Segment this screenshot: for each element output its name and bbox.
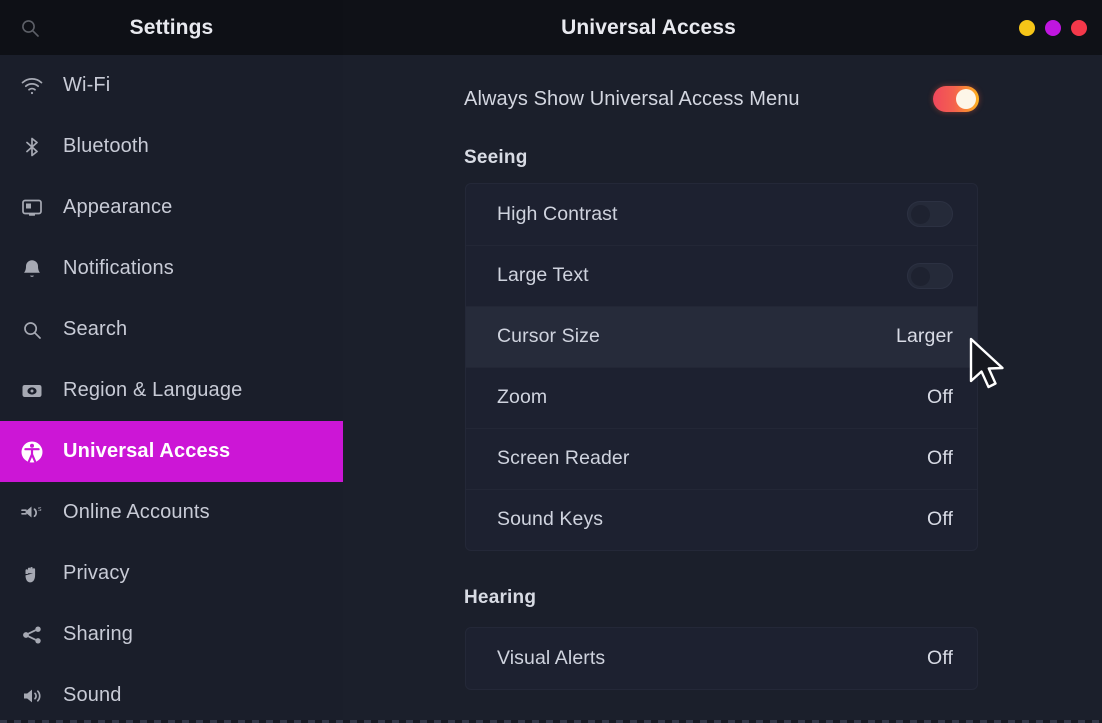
sidebar-item-label: Notifications [63,257,174,280]
toggle-knob [956,89,976,109]
accessibility-icon [18,438,46,466]
monitor-icon [18,194,46,222]
setting-toggle[interactable] [907,263,953,289]
setting-value: Larger [896,325,953,348]
title-bar: Settings Universal Access [0,0,1102,55]
hand-icon [18,560,46,588]
wifi-icon [18,72,46,100]
sidebar-item-label: Sound [63,684,122,707]
share-icon [18,621,46,649]
toggle-knob [911,205,930,224]
setting-label: Visual Alerts [497,647,605,670]
sidebar-item-label: Sharing [63,623,133,646]
section-heading-seeing: Seeing [464,147,528,169]
sidebar-item-bluetooth[interactable]: Bluetooth [0,116,343,177]
setting-row-zoom[interactable]: Zoom Off [466,367,977,428]
sidebar-item-search[interactable]: Search [0,299,343,360]
sidebar-title: Settings [0,16,343,40]
maximize-button[interactable] [1045,20,1061,36]
sidebar-item-label: Region & Language [63,379,242,402]
setting-label: Large Text [497,264,589,287]
sidebar-item-region-language[interactable]: Region & Language [0,360,343,421]
settings-window: Settings Universal Access Wi-Fi Bluetoot… [0,0,1102,723]
online-accounts-icon: s [18,499,46,527]
seeing-settings-card: High Contrast Large Text Cursor Size Larger… [465,183,978,551]
close-button[interactable] [1071,20,1087,36]
sidebar-item-label: Online Accounts [63,501,210,524]
always-show-menu-toggle[interactable] [933,86,979,112]
sidebar-item-online-accounts[interactable]: s Online Accounts [0,482,343,543]
section-heading-hearing: Hearing [464,587,536,609]
minimize-button[interactable] [1019,20,1035,36]
svg-text:s: s [38,506,42,513]
sidebar-item-label: Appearance [63,196,172,219]
content-panel: Always Show Universal Access Menu Seeing… [343,55,1102,723]
content-header: Universal Access [343,0,1102,55]
search-icon[interactable] [18,16,42,40]
setting-label: Screen Reader [497,447,629,470]
speaker-icon [18,682,46,710]
sidebar-item-label: Wi-Fi [63,74,110,97]
page-title: Universal Access [343,16,1102,40]
sidebar-item-universal-access[interactable]: Universal Access [0,421,343,482]
sidebar-item-notifications[interactable]: Notifications [0,238,343,299]
keyboard-icon [18,377,46,405]
always-show-menu-label: Always Show Universal Access Menu [464,88,800,111]
setting-row-sound-keys[interactable]: Sound Keys Off [466,489,977,550]
sidebar-item-wi-fi[interactable]: Wi-Fi [0,55,343,116]
setting-label: High Contrast [497,203,618,226]
sidebar-item-sharing[interactable]: Sharing [0,604,343,665]
sidebar-header: Settings [0,0,343,55]
setting-label: Zoom [497,386,547,409]
setting-value: Off [927,447,953,470]
setting-label: Cursor Size [497,325,600,348]
setting-label: Sound Keys [497,508,603,531]
setting-row-screen-reader[interactable]: Screen Reader Off [466,428,977,489]
sidebar-item-sound[interactable]: Sound [0,665,343,723]
window-controls [1019,0,1087,55]
toggle-knob [911,267,930,286]
sidebar-item-label: Bluetooth [63,135,149,158]
sidebar-item-label: Search [63,318,127,341]
sidebar-item-appearance[interactable]: Appearance [0,177,343,238]
setting-row-high-contrast[interactable]: High Contrast [466,184,977,245]
setting-row-large-text[interactable]: Large Text [466,245,977,306]
bluetooth-icon [18,133,46,161]
setting-toggle[interactable] [907,201,953,227]
search-icon [18,316,46,344]
hearing-settings-card: Visual Alerts Off [465,627,978,690]
bell-icon [18,255,46,283]
sidebar: Wi-Fi Bluetooth Appearance Notifications… [0,55,343,723]
setting-value: Off [927,386,953,409]
sidebar-item-privacy[interactable]: Privacy [0,543,343,604]
setting-value: Off [927,647,953,670]
setting-row-visual-alerts[interactable]: Visual Alerts Off [466,628,977,689]
setting-value: Off [927,508,953,531]
sidebar-item-label: Universal Access [63,440,230,463]
sidebar-item-label: Privacy [63,562,130,585]
setting-row-cursor-size[interactable]: Cursor Size Larger [466,306,977,367]
always-show-menu-row[interactable]: Always Show Universal Access Menu [464,77,979,121]
